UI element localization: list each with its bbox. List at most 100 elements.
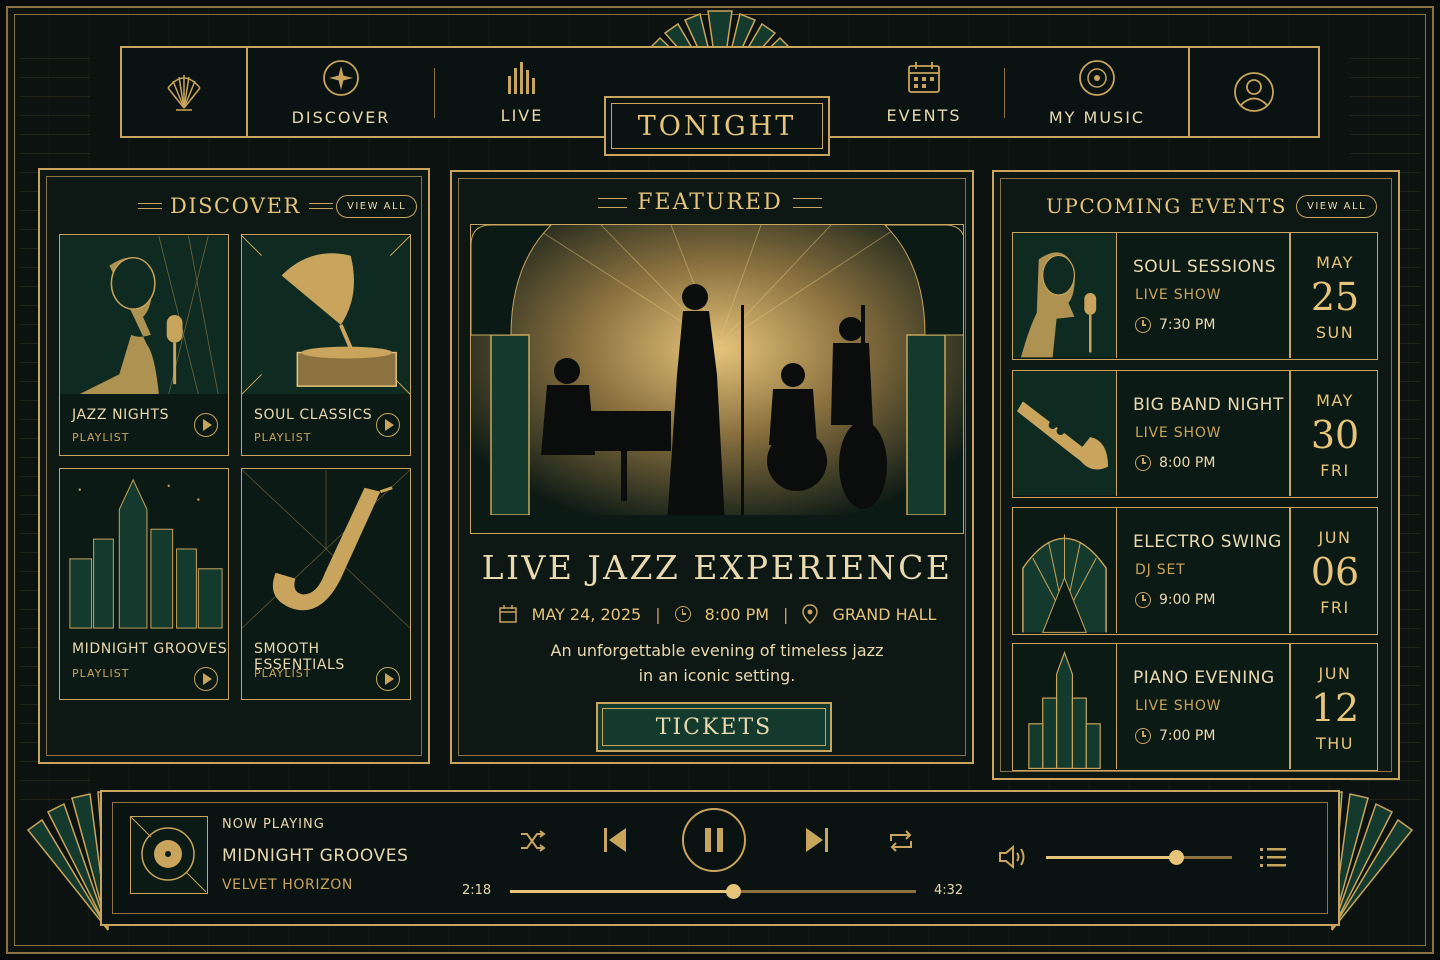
vinyl-icon <box>130 816 207 893</box>
location-pin-icon <box>802 604 819 624</box>
queue-list-icon <box>1260 848 1286 867</box>
nav-item-live[interactable]: LIVE <box>436 48 608 136</box>
shell-fan-icon <box>167 75 201 111</box>
next-button[interactable] <box>800 822 834 858</box>
profile-button[interactable] <box>1190 48 1318 136</box>
tile-subtitle: PLAYLIST <box>254 667 312 680</box>
featured-time: 8:00 PM <box>704 604 770 624</box>
event-card-big-band-night[interactable]: BIG BAND NIGHT LIVE SHOW 8:00 PM MAY 30 … <box>1012 370 1378 498</box>
discover-title: DISCOVER <box>170 194 301 218</box>
shuffle-icon <box>521 830 546 852</box>
gramophone-icon <box>242 235 410 395</box>
events-title: UPCOMING EVENTS <box>1046 194 1287 218</box>
progress-bar[interactable] <box>510 884 916 899</box>
shuffle-button[interactable] <box>516 826 550 856</box>
featured-meta: MAY 24, 2025 | 8:00 PM | GRAND HALL <box>450 604 984 624</box>
tile-subtitle: PLAYLIST <box>72 431 130 444</box>
deco-lines <box>308 203 333 209</box>
repeat-button[interactable] <box>884 826 918 856</box>
nav-item-events[interactable]: EVENTS <box>844 48 1004 136</box>
event-time: 8:00 PM <box>1159 455 1216 471</box>
pause-icon <box>705 828 723 852</box>
event-time-row: 7:00 PM <box>1135 728 1215 744</box>
queue-button[interactable] <box>1256 842 1290 872</box>
event-month: MAY <box>1316 253 1354 272</box>
logo-button[interactable] <box>122 48 246 136</box>
nav-label: TONIGHT <box>637 110 797 142</box>
event-month: JUN <box>1318 664 1352 683</box>
event-day: 25 <box>1310 275 1360 319</box>
playlist-tile-smooth-essentials[interactable]: SMOOTH ESSENTIALS PLAYLIST <box>241 468 411 700</box>
event-type: LIVE SHOW <box>1135 698 1222 714</box>
event-day: 30 <box>1310 413 1360 457</box>
tile-title: JAZZ NIGHTS <box>72 407 170 423</box>
tile-title: MIDNIGHT GROOVES <box>72 641 228 657</box>
playlist-tile-soul-classics[interactable]: SOUL CLASSICS PLAYLIST <box>241 234 411 456</box>
calendar-icon <box>498 605 517 623</box>
event-month: JUN <box>1318 528 1352 547</box>
total-duration: 4:32 <box>934 883 964 898</box>
event-time-row: 7:30 PM <box>1135 317 1215 333</box>
event-type: LIVE SHOW <box>1135 287 1222 303</box>
tower-icon <box>1013 644 1117 769</box>
previous-button[interactable] <box>598 822 632 858</box>
event-card-piano-evening[interactable]: PIANO EVENING LIVE SHOW 7:00 PM JUN 12 T… <box>1012 643 1378 771</box>
play-icon[interactable] <box>376 667 400 691</box>
featured-desc-line: An unforgettable evening of timeless jaz… <box>550 641 884 660</box>
discover-view-all-button[interactable]: VIEW ALL <box>336 195 418 218</box>
nav-label: MY MUSIC <box>1048 107 1146 127</box>
album-art[interactable] <box>130 816 208 894</box>
meta-separator: | <box>655 604 661 624</box>
event-weekday: FRI <box>1320 461 1350 480</box>
clock-icon <box>1135 592 1151 608</box>
clock-icon <box>1135 728 1151 744</box>
calendar-icon <box>908 61 940 93</box>
skip-back-icon <box>604 828 626 852</box>
play-icon[interactable] <box>376 413 400 437</box>
play-icon[interactable] <box>194 667 218 691</box>
nav-label: EVENTS <box>886 105 962 125</box>
playlist-tile-jazz-nights[interactable]: JAZZ NIGHTS PLAYLIST <box>59 234 229 456</box>
tickets-button[interactable]: TICKETS <box>596 702 832 752</box>
tile-subtitle: PLAYLIST <box>72 667 130 680</box>
volume-slider[interactable] <box>1046 850 1232 865</box>
track-artist: VELVET HORIZON <box>222 877 353 893</box>
event-time-row: 9:00 PM <box>1135 592 1215 608</box>
clock-icon <box>674 606 691 622</box>
nav-item-my-music[interactable]: MY MUSIC <box>1006 48 1188 136</box>
discover-header: DISCOVER <box>138 194 333 218</box>
nav-label: DISCOVER <box>291 107 391 127</box>
nav-item-tonight[interactable]: TONIGHT <box>604 96 830 156</box>
featured-image <box>470 224 964 534</box>
event-day: 06 <box>1310 550 1360 594</box>
event-weekday: FRI <box>1320 598 1350 617</box>
skip-forward-icon <box>806 828 828 852</box>
playlist-tile-midnight-grooves[interactable]: MIDNIGHT GROOVES PLAYLIST <box>59 468 229 700</box>
user-icon <box>1234 72 1274 112</box>
vinyl-icon <box>1079 59 1115 96</box>
tile-title: SOUL CLASSICS <box>254 407 373 423</box>
meta-separator: | <box>783 604 789 624</box>
event-card-soul-sessions[interactable]: SOUL SESSIONS LIVE SHOW 7:30 PM MAY 25 S… <box>1012 232 1378 360</box>
featured-venue: GRAND HALL <box>832 604 937 624</box>
volume-icon <box>999 845 1025 869</box>
deco-arch-icon <box>1013 508 1117 633</box>
city-skyline-icon <box>60 469 228 629</box>
pause-button[interactable] <box>682 808 746 872</box>
compass-icon <box>323 59 359 96</box>
event-title: ELECTRO SWING <box>1133 532 1282 552</box>
deco-lines <box>792 197 822 208</box>
trumpet-icon <box>1013 371 1117 496</box>
event-card-electro-swing[interactable]: ELECTRO SWING DJ SET 9:00 PM JUN 06 FRI <box>1012 507 1378 635</box>
play-icon[interactable] <box>194 413 218 437</box>
elapsed-time: 2:18 <box>462 883 492 898</box>
event-type: DJ SET <box>1135 562 1186 578</box>
event-day: 12 <box>1310 686 1360 730</box>
nav-item-discover[interactable]: DISCOVER <box>248 48 434 136</box>
events-view-all-button[interactable]: VIEW ALL <box>1296 195 1378 218</box>
featured-desc-line: in an iconic setting. <box>638 666 796 685</box>
repeat-icon <box>890 830 912 852</box>
clock-icon <box>1135 455 1151 471</box>
track-title: MIDNIGHT GROOVES <box>222 846 409 866</box>
volume-button[interactable] <box>996 842 1030 872</box>
